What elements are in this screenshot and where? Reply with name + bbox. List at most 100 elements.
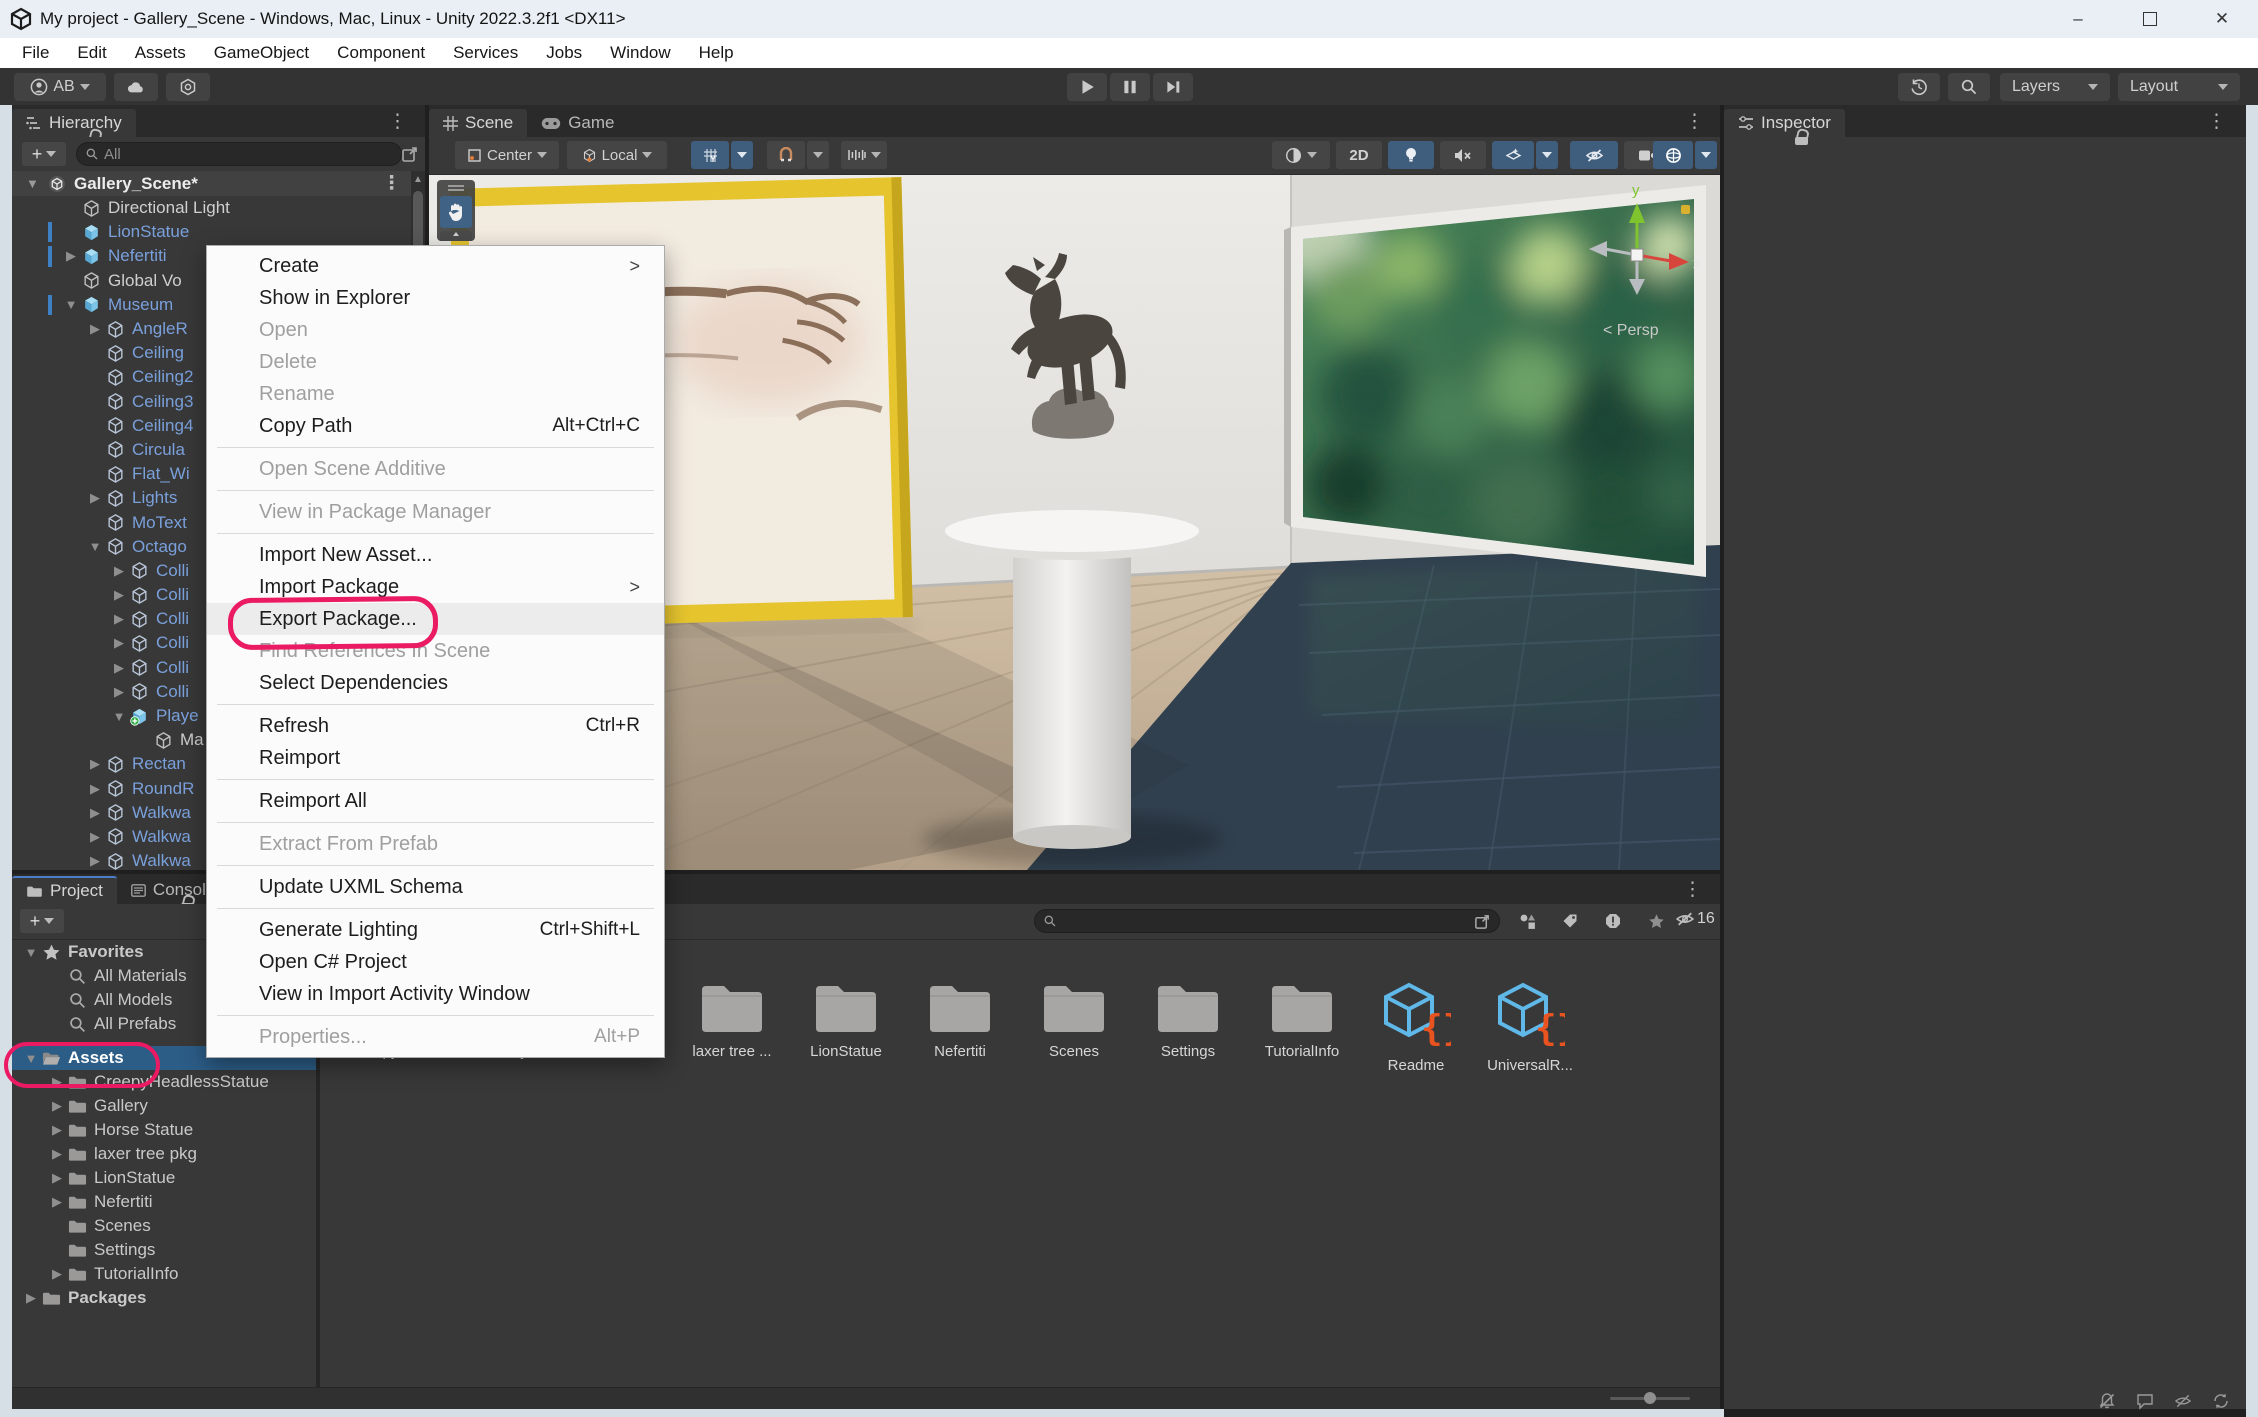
hidden-count-badge[interactable]: 16 bbox=[1675, 910, 1715, 928]
gizmos-toggle-button[interactable] bbox=[1653, 141, 1693, 169]
grid-snap-button[interactable]: Y bbox=[691, 141, 729, 169]
hierarchy-row-directional-light[interactable]: Directional Light bbox=[12, 196, 411, 220]
grid-snap-dropdown[interactable] bbox=[731, 141, 753, 169]
snap-magnet-dropdown[interactable] bbox=[807, 141, 829, 169]
asset-nefertiti[interactable]: Nefertiti bbox=[906, 982, 1014, 1060]
menu-item-generate-lighting[interactable]: Generate LightingCtrl+Shift+L bbox=[207, 914, 664, 946]
project-tree-horse-statue[interactable]: ▶Horse Statue bbox=[12, 1118, 316, 1142]
overlay-drag-handle[interactable] bbox=[440, 183, 472, 193]
minimize-button[interactable]: – bbox=[2050, 0, 2106, 38]
move-tool-button[interactable] bbox=[440, 231, 472, 241]
effects-toggle-button[interactable] bbox=[1492, 141, 1534, 169]
menu-edit[interactable]: Edit bbox=[63, 43, 120, 63]
tab-scene[interactable]: Scene bbox=[429, 109, 527, 137]
project-tree-settings[interactable]: Settings bbox=[12, 1238, 316, 1262]
menu-item-update-uxml-schema[interactable]: Update UXML Schema bbox=[207, 871, 664, 903]
packages-visibility-button[interactable] bbox=[1594, 908, 1632, 934]
project-tree-lionstatue[interactable]: ▶LionStatue bbox=[12, 1166, 316, 1190]
undo-history-button[interactable] bbox=[1898, 73, 1940, 101]
project-tree-laxer-tree-pkg[interactable]: ▶laxer tree pkg bbox=[12, 1142, 316, 1166]
collapse-arrow-icon[interactable]: ▼ bbox=[26, 176, 39, 191]
eye-slash-icon[interactable] bbox=[2174, 1392, 2192, 1410]
close-button[interactable]: ✕ bbox=[2194, 0, 2250, 38]
filter-type-button[interactable] bbox=[1508, 908, 1546, 934]
hierarchy-menu-icon[interactable]: ⋮ bbox=[388, 112, 407, 131]
asset-universalr[interactable]: {}UniversalR... bbox=[1476, 982, 1584, 1074]
project-tree-nefertiti[interactable]: ▶Nefertiti bbox=[12, 1190, 316, 1214]
inspector-menu-icon[interactable]: ⋮ bbox=[2207, 112, 2226, 131]
asset-scenes[interactable]: Scenes bbox=[1020, 982, 1128, 1060]
menu-item-view-in-import-activity-window[interactable]: View in Import Activity Window bbox=[207, 978, 664, 1010]
effects-dropdown[interactable] bbox=[1536, 141, 1558, 169]
menu-item-export-package[interactable]: Export Package... bbox=[207, 603, 664, 635]
menu-jobs[interactable]: Jobs bbox=[532, 43, 596, 63]
menu-item-open-c-project[interactable]: Open C# Project bbox=[207, 946, 664, 978]
orientation-button[interactable]: Local bbox=[567, 141, 667, 169]
gizmos-dropdown[interactable] bbox=[1695, 141, 1717, 169]
project-tree-packages[interactable]: ▶Packages bbox=[12, 1286, 316, 1310]
menu-item-reimport[interactable]: Reimport bbox=[207, 742, 664, 774]
project-tree-creepyheadlessstatue[interactable]: ▶CreepyHeadlessStatue bbox=[12, 1070, 316, 1094]
tab-project[interactable]: Project bbox=[12, 876, 117, 904]
account-button[interactable]: AB bbox=[14, 73, 106, 101]
sync-icon[interactable] bbox=[2212, 1392, 2230, 1410]
menu-item-select-dependencies[interactable]: Select Dependencies bbox=[207, 667, 664, 699]
search-button[interactable] bbox=[1948, 73, 1990, 101]
slider-handle[interactable] bbox=[1644, 1392, 1656, 1404]
menu-window[interactable]: Window bbox=[596, 43, 684, 63]
scene-root-row[interactable]: ▼ Gallery_Scene* ⋮ bbox=[12, 171, 411, 196]
asset-tutorialinfo[interactable]: TutorialInfo bbox=[1248, 982, 1356, 1060]
shading-mode-button[interactable] bbox=[1272, 141, 1330, 169]
menu-item-show-in-explorer[interactable]: Show in Explorer bbox=[207, 282, 664, 314]
project-tree-scenes[interactable]: Scenes bbox=[12, 1214, 316, 1238]
bell-slash-icon[interactable] bbox=[2098, 1392, 2116, 1410]
tab-inspector[interactable]: Inspector bbox=[1724, 109, 1845, 137]
audio-toggle-button[interactable] bbox=[1440, 141, 1486, 169]
pause-button[interactable] bbox=[1110, 73, 1150, 101]
add-object-button[interactable]: + bbox=[22, 142, 66, 166]
asset-settings[interactable]: Settings bbox=[1134, 982, 1242, 1060]
menu-item-refresh[interactable]: RefreshCtrl+R bbox=[207, 710, 664, 742]
cloud-button[interactable] bbox=[114, 73, 158, 101]
thumbnail-zoom-slider[interactable] bbox=[1610, 1397, 1690, 1400]
menu-item-copy-path[interactable]: Copy PathAlt+Ctrl+C bbox=[207, 410, 664, 442]
hand-tool-button[interactable] bbox=[440, 196, 472, 228]
pivot-mode-button[interactable]: Center bbox=[455, 141, 559, 169]
menu-component[interactable]: Component bbox=[323, 43, 439, 63]
menu-help[interactable]: Help bbox=[685, 43, 748, 63]
hierarchy-row-lionstatue[interactable]: LionStatue bbox=[12, 220, 411, 244]
menu-item-import-new-asset[interactable]: Import New Asset... bbox=[207, 539, 664, 571]
snap-increment-button[interactable] bbox=[841, 141, 887, 169]
hierarchy-search-input[interactable]: All bbox=[76, 142, 402, 166]
project-tree-gallery[interactable]: ▶Gallery bbox=[12, 1094, 316, 1118]
menu-item-reimport-all[interactable]: Reimport All bbox=[207, 785, 664, 817]
scroll-up-icon[interactable]: ▲ bbox=[413, 174, 423, 185]
asset-lionstatue[interactable]: LionStatue bbox=[792, 982, 900, 1060]
project-menu-icon[interactable]: ⋮ bbox=[1683, 880, 1702, 899]
tab-hierarchy[interactable]: Hierarchy bbox=[12, 109, 136, 137]
project-tree-tutorialinfo[interactable]: ▶TutorialInfo bbox=[12, 1262, 316, 1286]
filter-label-button[interactable] bbox=[1551, 908, 1589, 934]
tab-game[interactable]: Game bbox=[527, 109, 628, 137]
hub-badge-button[interactable] bbox=[166, 73, 210, 101]
menu-item-import-package[interactable]: Import Package> bbox=[207, 571, 664, 603]
scene-visibility-button[interactable] bbox=[1570, 141, 1618, 169]
menu-item-create[interactable]: Create> bbox=[207, 250, 664, 282]
step-button[interactable] bbox=[1153, 73, 1193, 101]
asset-laxer-tree[interactable]: laxer tree ... bbox=[678, 982, 786, 1060]
add-asset-button[interactable]: + bbox=[20, 909, 64, 933]
asset-readme[interactable]: {}Readme bbox=[1362, 982, 1470, 1074]
menu-file[interactable]: File bbox=[8, 43, 63, 63]
layout-dropdown[interactable]: Layout bbox=[2118, 73, 2240, 101]
snap-magnet-button[interactable] bbox=[767, 141, 805, 169]
message-bubble-icon[interactable] bbox=[2136, 1392, 2154, 1410]
play-button[interactable] bbox=[1067, 73, 1107, 101]
lighting-toggle-button[interactable] bbox=[1388, 141, 1434, 169]
maximize-button[interactable] bbox=[2122, 0, 2178, 38]
lock-icon[interactable] bbox=[1795, 129, 1809, 145]
scene-row-menu-icon[interactable]: ⋮ bbox=[382, 174, 401, 193]
scene-panel-menu-icon[interactable]: ⋮ bbox=[1685, 112, 1704, 131]
favorites-filter-button[interactable] bbox=[1637, 908, 1675, 934]
picker-icon[interactable] bbox=[1474, 913, 1491, 930]
menu-gameobject[interactable]: GameObject bbox=[200, 43, 323, 63]
